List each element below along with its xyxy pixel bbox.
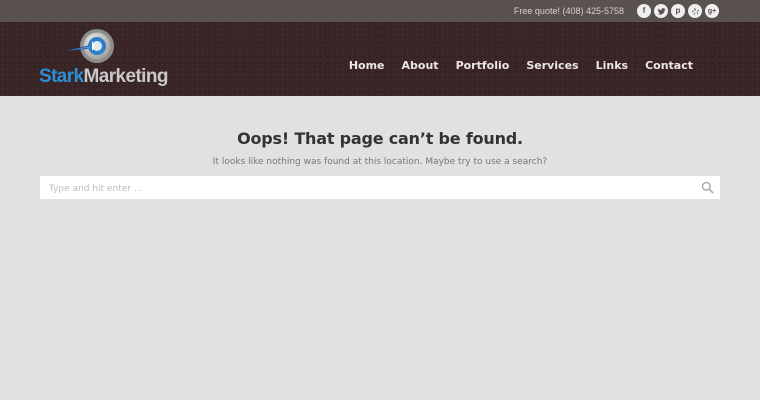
page-title: Oops! That page can’t be found.	[237, 129, 523, 148]
nav-portfolio[interactable]: Portfolio	[447, 59, 518, 72]
search-input[interactable]	[40, 177, 720, 201]
nav-about[interactable]: About	[393, 59, 447, 72]
social-links: f p g+	[637, 4, 719, 18]
main-nav: Home About Portfolio Services Links Cont…	[340, 22, 693, 96]
site-logo[interactable]: StarkMarketing	[39, 28, 169, 90]
nav-services[interactable]: Services	[518, 59, 587, 72]
google-plus-icon[interactable]: g+	[705, 4, 719, 18]
not-found-message: It looks like nothing was found at this …	[212, 157, 548, 167]
top-bar: Free quote! (408) 425-5758 f p g+	[0, 0, 760, 22]
yelp-icon[interactable]	[688, 4, 702, 18]
logo-mark-icon	[65, 29, 114, 63]
nav-contact[interactable]: Contact	[637, 59, 693, 72]
nav-home[interactable]: Home	[340, 59, 393, 72]
twitter-icon[interactable]	[654, 4, 668, 18]
site-header: StarkMarketing Home About Portfolio Serv…	[0, 22, 760, 96]
search-form	[40, 176, 720, 201]
nav-links[interactable]: Links	[587, 59, 636, 72]
phone-text: Free quote! (408) 425-5758	[513, 6, 624, 16]
pinterest-icon[interactable]: p	[671, 4, 685, 18]
facebook-icon[interactable]: f	[637, 4, 651, 18]
main-content: Oops! That page can’t be found. It looks…	[0, 96, 760, 400]
search-icon[interactable]	[701, 181, 714, 194]
logo-text-marketing: Marketing	[83, 66, 169, 87]
logo-text-stark: Stark	[39, 66, 84, 87]
